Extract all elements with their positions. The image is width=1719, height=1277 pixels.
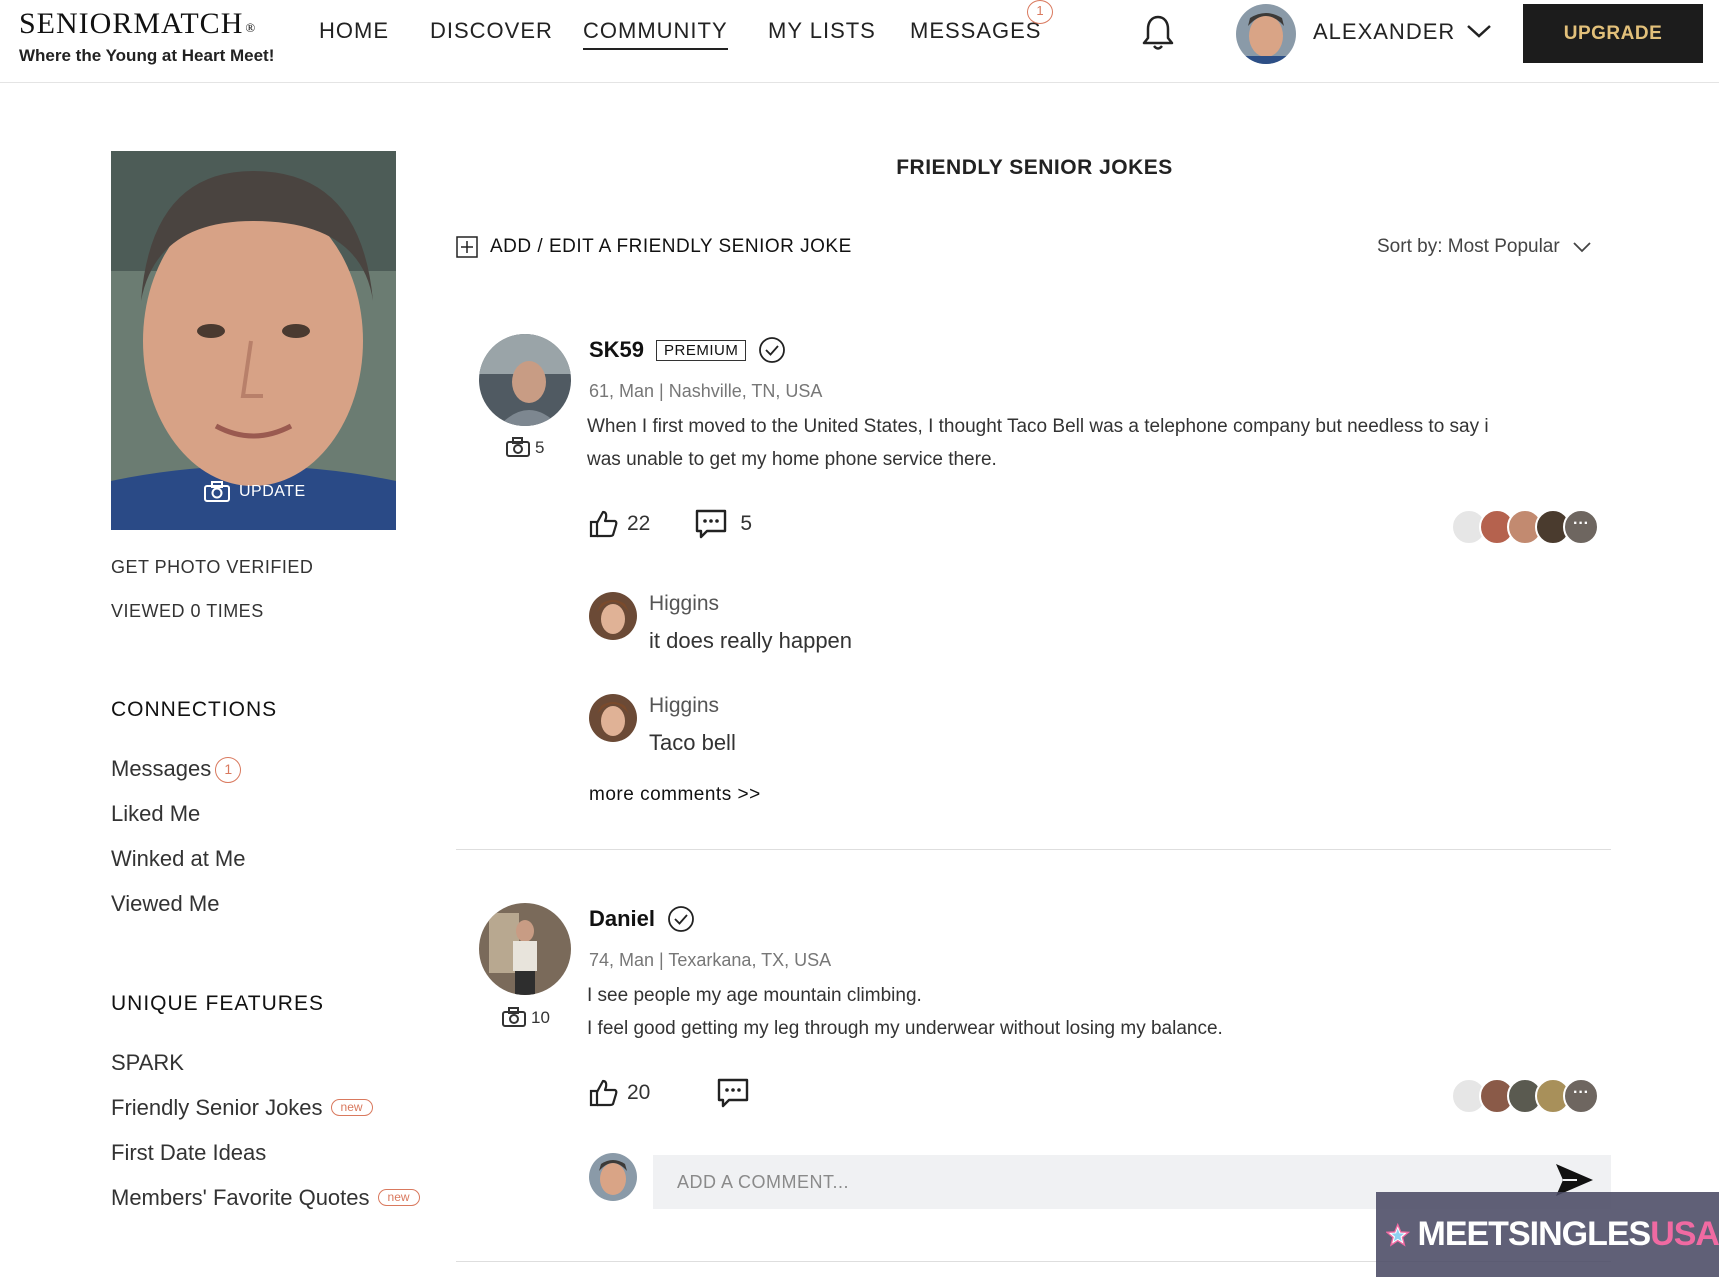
post-author-avatar[interactable]	[479, 903, 571, 995]
like-count: 22	[627, 512, 651, 535]
post-text: When I first moved to the United States,…	[587, 416, 1489, 470]
comment-text: it does really happen	[649, 628, 853, 653]
commenter-avatar[interactable]	[589, 592, 637, 640]
nav-community[interactable]: COMMUNITY	[583, 16, 728, 50]
messages-count-badge: 1	[215, 757, 242, 783]
nav-my-lists[interactable]: MY LISTS	[768, 16, 876, 46]
thumbs-up-icon	[589, 510, 618, 538]
my-comment-avatar	[589, 1153, 637, 1201]
post-author-name[interactable]: SK59	[589, 337, 644, 363]
logo-title: SENIORMATCH	[19, 7, 244, 40]
more-comments-link[interactable]: more comments >>	[589, 784, 761, 806]
more-likers-icon[interactable]: ···	[1563, 509, 1599, 545]
chevron-down-icon	[1573, 242, 1591, 253]
commenter-name[interactable]: Higgins	[649, 592, 719, 616]
new-tag: new	[330, 1099, 373, 1116]
sidebar-item-members-favorite-quotes[interactable]: Members' Favorite Quotes new	[111, 1185, 420, 1211]
camera-icon	[506, 437, 530, 457]
watermark-accent: USA	[1650, 1215, 1719, 1253]
sidebar-item-winked-at-me[interactable]: Winked at Me	[111, 846, 246, 872]
post-photo-count[interactable]: 5	[505, 437, 544, 458]
post-author-avatar[interactable]	[479, 334, 571, 426]
post-photo-count[interactable]: 10	[501, 1007, 550, 1028]
sidebar-item-friendly-senior-jokes[interactable]: Friendly Senior Jokes new	[111, 1095, 373, 1121]
plus-box-icon	[456, 236, 478, 258]
premium-badge: PREMIUM	[656, 339, 747, 361]
messages-badge: 1	[1027, 0, 1053, 24]
post-author-meta: 61, Man | Nashville, TN, USA	[589, 381, 823, 401]
get-photo-verified-link[interactable]: GET PHOTO VERIFIED	[111, 557, 313, 578]
thumbs-up-icon	[589, 1079, 618, 1107]
likers-avatars[interactable]: ···	[1451, 509, 1599, 545]
camera-icon	[502, 1007, 526, 1027]
comment-button[interactable]: 5	[694, 508, 752, 540]
page-title: FRIENDLY SENIOR JOKES	[896, 156, 1173, 179]
add-joke-label: ADD / EDIT A FRIENDLY SENIOR JOKE	[490, 236, 852, 257]
upgrade-button[interactable]: UPGRADE	[1523, 4, 1703, 63]
viewed-count: VIEWED 0 TIMES	[111, 601, 264, 621]
registered-mark: ®	[245, 20, 257, 35]
post-author-name[interactable]: Daniel	[589, 906, 655, 932]
top-header: SENIORMATCH ® Where the Young at Heart Me…	[0, 0, 1719, 83]
connections-heading: CONNECTIONS	[111, 698, 278, 721]
post-author-meta: 74, Man | Texarkana, TX, USA	[589, 950, 832, 970]
post-text: I see people my age mountain climbing. I…	[587, 985, 1223, 1039]
verified-check-icon	[668, 906, 694, 932]
bell-icon[interactable]	[1141, 14, 1175, 57]
user-avatar[interactable]	[1236, 4, 1296, 64]
watermark-text: MEETSINGLES	[1417, 1215, 1652, 1253]
chevron-down-icon[interactable]	[1465, 22, 1493, 45]
like-button[interactable]: 22	[589, 509, 650, 539]
watermark-logo: MEETSINGLESUSA	[1376, 1192, 1719, 1277]
star-logo-icon	[1386, 1222, 1410, 1247]
post-divider	[456, 849, 1611, 850]
verified-check-icon	[759, 337, 786, 363]
add-joke-button[interactable]: ADD / EDIT A FRIENDLY SENIOR JOKE	[456, 236, 852, 258]
more-likers-icon[interactable]: ···	[1563, 1078, 1599, 1114]
sort-dropdown[interactable]: Sort by: Most Popular	[1377, 236, 1592, 258]
comment-button[interactable]	[716, 1077, 750, 1109]
sidebar-item-spark[interactable]: SPARK	[111, 1050, 184, 1076]
comment-icon	[696, 509, 727, 539]
comment-icon	[718, 1078, 749, 1108]
sort-label: Sort by: Most Popular	[1377, 236, 1560, 257]
sidebar-item-first-date-ideas[interactable]: First Date Ideas	[111, 1140, 266, 1166]
likers-avatars[interactable]: ···	[1451, 1078, 1599, 1114]
camera-icon	[204, 481, 230, 502]
commenter-avatar[interactable]	[589, 694, 637, 742]
nav-discover[interactable]: DISCOVER	[430, 16, 553, 46]
nav-messages[interactable]: MESSAGES	[910, 16, 1041, 46]
sidebar-item-liked-me[interactable]: Liked Me	[111, 801, 200, 827]
user-name[interactable]: ALEXANDER	[1313, 19, 1455, 45]
sidebar-item-viewed-me[interactable]: Viewed Me	[111, 891, 219, 917]
comment-text: Taco bell	[649, 730, 736, 755]
photo-update-label: UPDATE	[239, 483, 306, 500]
commenter-name[interactable]: Higgins	[649, 694, 719, 718]
new-tag: new	[377, 1189, 420, 1206]
profile-photo[interactable]: UPDATE	[111, 151, 396, 530]
sidebar-item-messages[interactable]: Messages 1	[111, 756, 242, 783]
like-button[interactable]: 20	[589, 1078, 650, 1108]
logo[interactable]: SENIORMATCH ® Where the Young at Heart Me…	[19, 7, 274, 66]
logo-tagline: Where the Young at Heart Meet!	[19, 46, 275, 65]
comment-count: 5	[740, 512, 753, 535]
unique-features-heading: UNIQUE FEATURES	[111, 992, 324, 1015]
nav-home[interactable]: HOME	[319, 16, 389, 46]
like-count: 20	[627, 1081, 651, 1104]
